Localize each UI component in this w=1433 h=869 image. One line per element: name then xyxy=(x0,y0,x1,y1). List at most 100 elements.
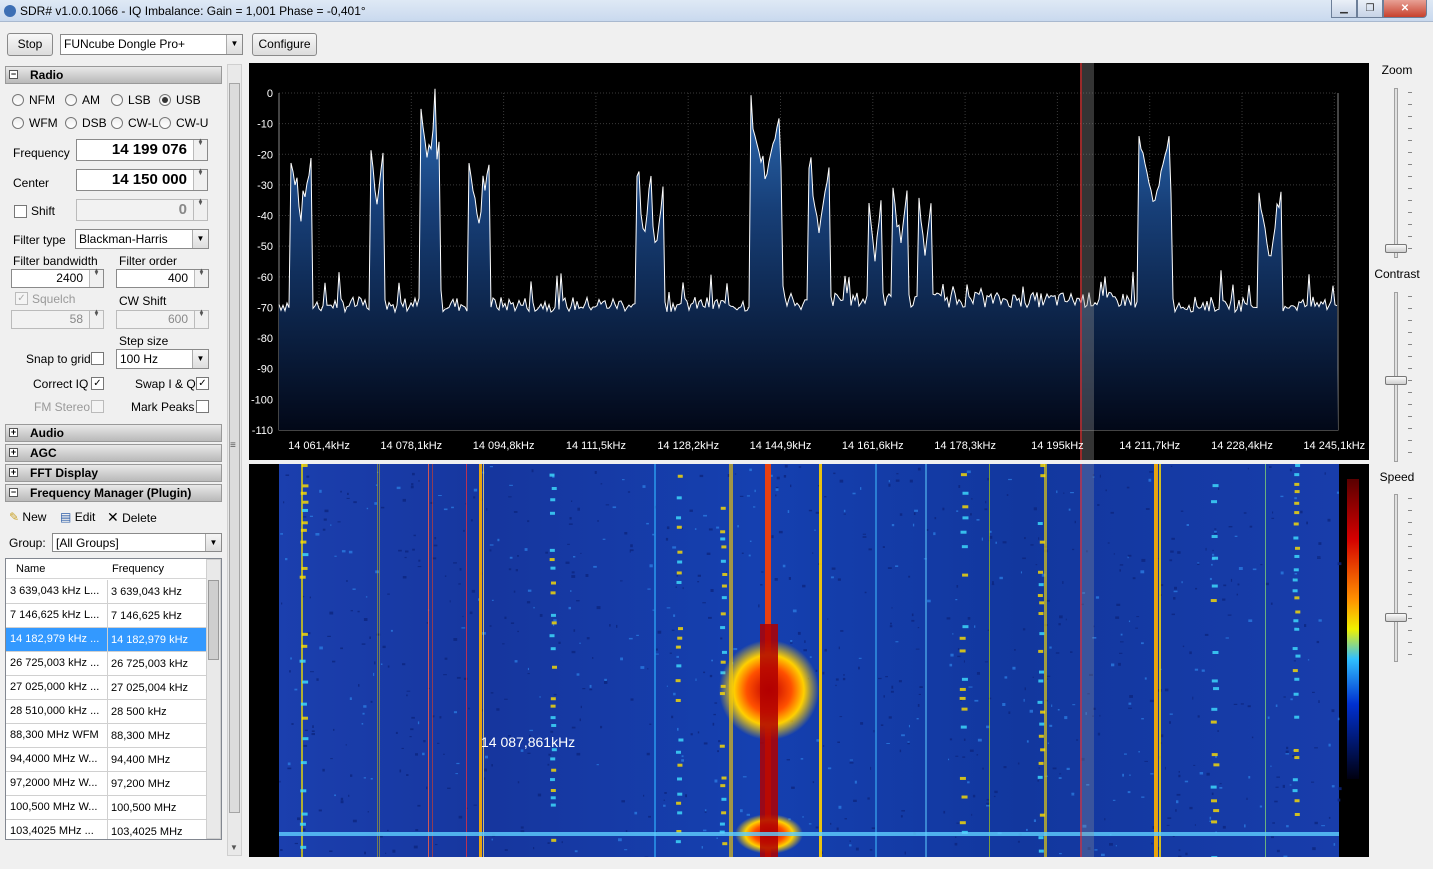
stop-button[interactable]: Stop xyxy=(7,33,53,56)
mode-radio-dsb[interactable] xyxy=(65,117,77,129)
table-row[interactable]: 103,4025 MHz ... 103,4025 MHz xyxy=(6,820,206,839)
row-frequency-cell: 103,4025 MHz xyxy=(107,820,205,839)
table-row[interactable]: 88,300 MHz WFM 88,300 MHz xyxy=(6,724,206,748)
correct-iq-checkbox[interactable]: ✓ xyxy=(91,377,104,390)
mode-label-dsb[interactable]: DSB xyxy=(82,116,107,130)
mode-radio-cw-u[interactable] xyxy=(159,117,171,129)
spectrum-plot[interactable]: 0 -10 -20 -30 -40 -50 -60 -70 -80 -90 -100 -110 14 0… xyxy=(249,63,1369,460)
delete-entry-button[interactable]: ✕ Delete xyxy=(107,509,157,526)
table-row[interactable]: 26 725,003 kHz ... 26 725,003 kHz xyxy=(6,652,206,676)
minimize-button[interactable]: ▁ xyxy=(1331,0,1357,18)
table-row[interactable]: 27 025,000 kHz ... 27 025,004 kHz xyxy=(6,676,206,700)
shift-checkbox[interactable] xyxy=(14,205,27,218)
mode-radio-am[interactable] xyxy=(65,94,77,106)
speed-slider-thumb[interactable] xyxy=(1385,613,1407,622)
left-panel-scrollbar[interactable] xyxy=(227,64,242,856)
waterfall-burst xyxy=(1040,748,1046,752)
waterfall-speckle xyxy=(1252,568,1257,571)
table-row[interactable]: 97,2000 MHz W... 97,200 MHz xyxy=(6,772,206,796)
mode-radio-usb[interactable] xyxy=(159,94,171,106)
table-row[interactable]: 7 146,625 kHz L... 7 146,625 kHz xyxy=(6,604,206,628)
waterfall-speckle xyxy=(1129,695,1133,698)
squelch-checkbox[interactable]: ✓ xyxy=(15,292,28,305)
x-tick-label: 14 144,9kHz xyxy=(750,440,812,452)
edit-entry-button[interactable]: ▤ Edit xyxy=(60,510,95,524)
window-title: SDR# v1.0.0.1066 - IQ Imbalance: Gain = … xyxy=(20,4,366,18)
mode-label-usb[interactable]: USB xyxy=(176,93,201,107)
mark-peaks-checkbox[interactable] xyxy=(196,400,209,413)
column-header-frequency[interactable]: Frequency xyxy=(112,563,164,575)
waterfall-speckle xyxy=(1317,556,1321,558)
mode-radio-lsb[interactable] xyxy=(111,94,123,106)
spin-arrows-icon[interactable]: ▲ ▼ xyxy=(194,309,208,328)
spin-arrows-icon[interactable]: ▲ ▼ xyxy=(193,168,207,190)
center-input[interactable]: 14 150 000 ▲ ▼ xyxy=(76,168,208,191)
step-size-select[interactable]: 100 Hz ▼ xyxy=(116,349,209,369)
waterfall-speckle xyxy=(1175,809,1177,812)
waterfall-speckle xyxy=(1128,620,1131,623)
mode-label-cw-u[interactable]: CW-U xyxy=(176,116,208,130)
section-audio[interactable]: + Audio xyxy=(5,424,222,442)
scrollbar-thumb[interactable] xyxy=(208,580,219,660)
section-radio[interactable]: − Radio xyxy=(5,66,222,84)
shift-input[interactable]: 0 ▲ ▼ xyxy=(76,198,208,221)
waterfall-view[interactable]: 14 087,861kHz xyxy=(249,464,1369,857)
mode-label-cw-l[interactable]: CW-L xyxy=(128,116,158,130)
mode-radio-wfm[interactable] xyxy=(12,117,24,129)
waterfall-speckle xyxy=(346,580,348,582)
contrast-slider-thumb[interactable] xyxy=(1385,376,1407,385)
close-button[interactable]: ✕ xyxy=(1383,0,1427,18)
configure-button[interactable]: Configure xyxy=(252,33,317,56)
filter-type-select[interactable]: Blackman-Harris ▼ xyxy=(75,229,209,249)
zoom-slider-thumb[interactable] xyxy=(1385,244,1407,253)
filter-order-input[interactable]: 400 ▲ ▼ xyxy=(116,268,209,288)
zoom-slider-track[interactable] xyxy=(1394,88,1398,258)
mode-label-am[interactable]: AM xyxy=(82,93,100,107)
spin-arrows-icon[interactable]: ▲ ▼ xyxy=(89,268,103,287)
squelch-input[interactable]: 58 ▲ ▼ xyxy=(11,309,104,329)
swap-iq-checkbox[interactable]: ✓ xyxy=(196,377,209,390)
frequency-input[interactable]: 14 199 076 ▲ ▼ xyxy=(76,138,208,161)
table-scrollbar[interactable] xyxy=(206,559,221,839)
scroll-down-arrow-icon[interactable]: ▼ xyxy=(230,843,238,852)
spin-arrows-icon[interactable]: ▲ ▼ xyxy=(194,268,208,287)
waterfall-burst xyxy=(962,625,969,629)
spin-arrows-icon[interactable]: ▲ ▼ xyxy=(193,138,207,160)
new-entry-button[interactable]: ✎ New xyxy=(9,510,46,524)
mode-radio-cw-l[interactable] xyxy=(111,117,123,129)
table-row[interactable]: 100,500 MHz W... 100,500 MHz xyxy=(6,796,206,820)
section-fft-display[interactable]: + FFT Display xyxy=(5,464,222,482)
snap-to-grid-checkbox[interactable] xyxy=(91,352,104,365)
speed-slider-track[interactable] xyxy=(1394,494,1398,662)
table-row[interactable]: 28 510,000 kHz ... 28 500 kHz xyxy=(6,700,206,724)
spectrum-view[interactable]: 0 -10 -20 -30 -40 -50 -60 -70 -80 -90 -100 -110 14 0… xyxy=(249,63,1369,460)
waterfall-plot[interactable] xyxy=(249,464,1369,857)
filter-bandwidth-input[interactable]: 2400 ▲ ▼ xyxy=(11,268,104,288)
device-select[interactable]: FUNcube Dongle Pro+ ▼ xyxy=(60,34,243,55)
table-row[interactable]: 94,4000 MHz W... 94,400 MHz xyxy=(6,748,206,772)
waterfall-speckle xyxy=(353,501,357,504)
waterfall-speckle xyxy=(1074,520,1076,524)
mode-label-nfm[interactable]: NFM xyxy=(29,93,55,107)
waterfall-speckle xyxy=(547,842,550,844)
table-row[interactable]: 14 182,979 kHz ... 14 182,979 kHz xyxy=(6,628,206,652)
section-frequency-manager[interactable]: − Frequency Manager (Plugin) xyxy=(5,484,222,502)
waterfall-speckle xyxy=(1314,747,1318,749)
cw-shift-input[interactable]: 600 ▲ ▼ xyxy=(116,309,209,329)
spin-arrows-icon[interactable]: ▲ ▼ xyxy=(193,198,207,220)
waterfall-speckle xyxy=(1030,544,1034,546)
fm-stereo-checkbox[interactable] xyxy=(91,400,104,413)
mode-label-wfm[interactable]: WFM xyxy=(29,116,58,130)
spin-arrows-icon[interactable]: ▲ ▼ xyxy=(89,309,103,328)
mode-label-lsb[interactable]: LSB xyxy=(128,93,151,107)
waterfall-speckle xyxy=(311,733,315,736)
waterfall-speckle xyxy=(280,533,283,535)
waterfall-speckle xyxy=(837,741,840,743)
column-header-name[interactable]: Name xyxy=(16,563,45,575)
section-agc[interactable]: + AGC xyxy=(5,444,222,462)
maximize-button[interactable]: ❐ xyxy=(1357,0,1383,18)
table-row[interactable]: 3 639,043 kHz L... 3 639,043 kHz xyxy=(6,580,206,604)
group-select[interactable]: [All Groups] ▼ xyxy=(52,533,222,552)
mode-radio-nfm[interactable] xyxy=(12,94,24,106)
splitter-grip-icon[interactable]: ≡ xyxy=(230,440,236,451)
